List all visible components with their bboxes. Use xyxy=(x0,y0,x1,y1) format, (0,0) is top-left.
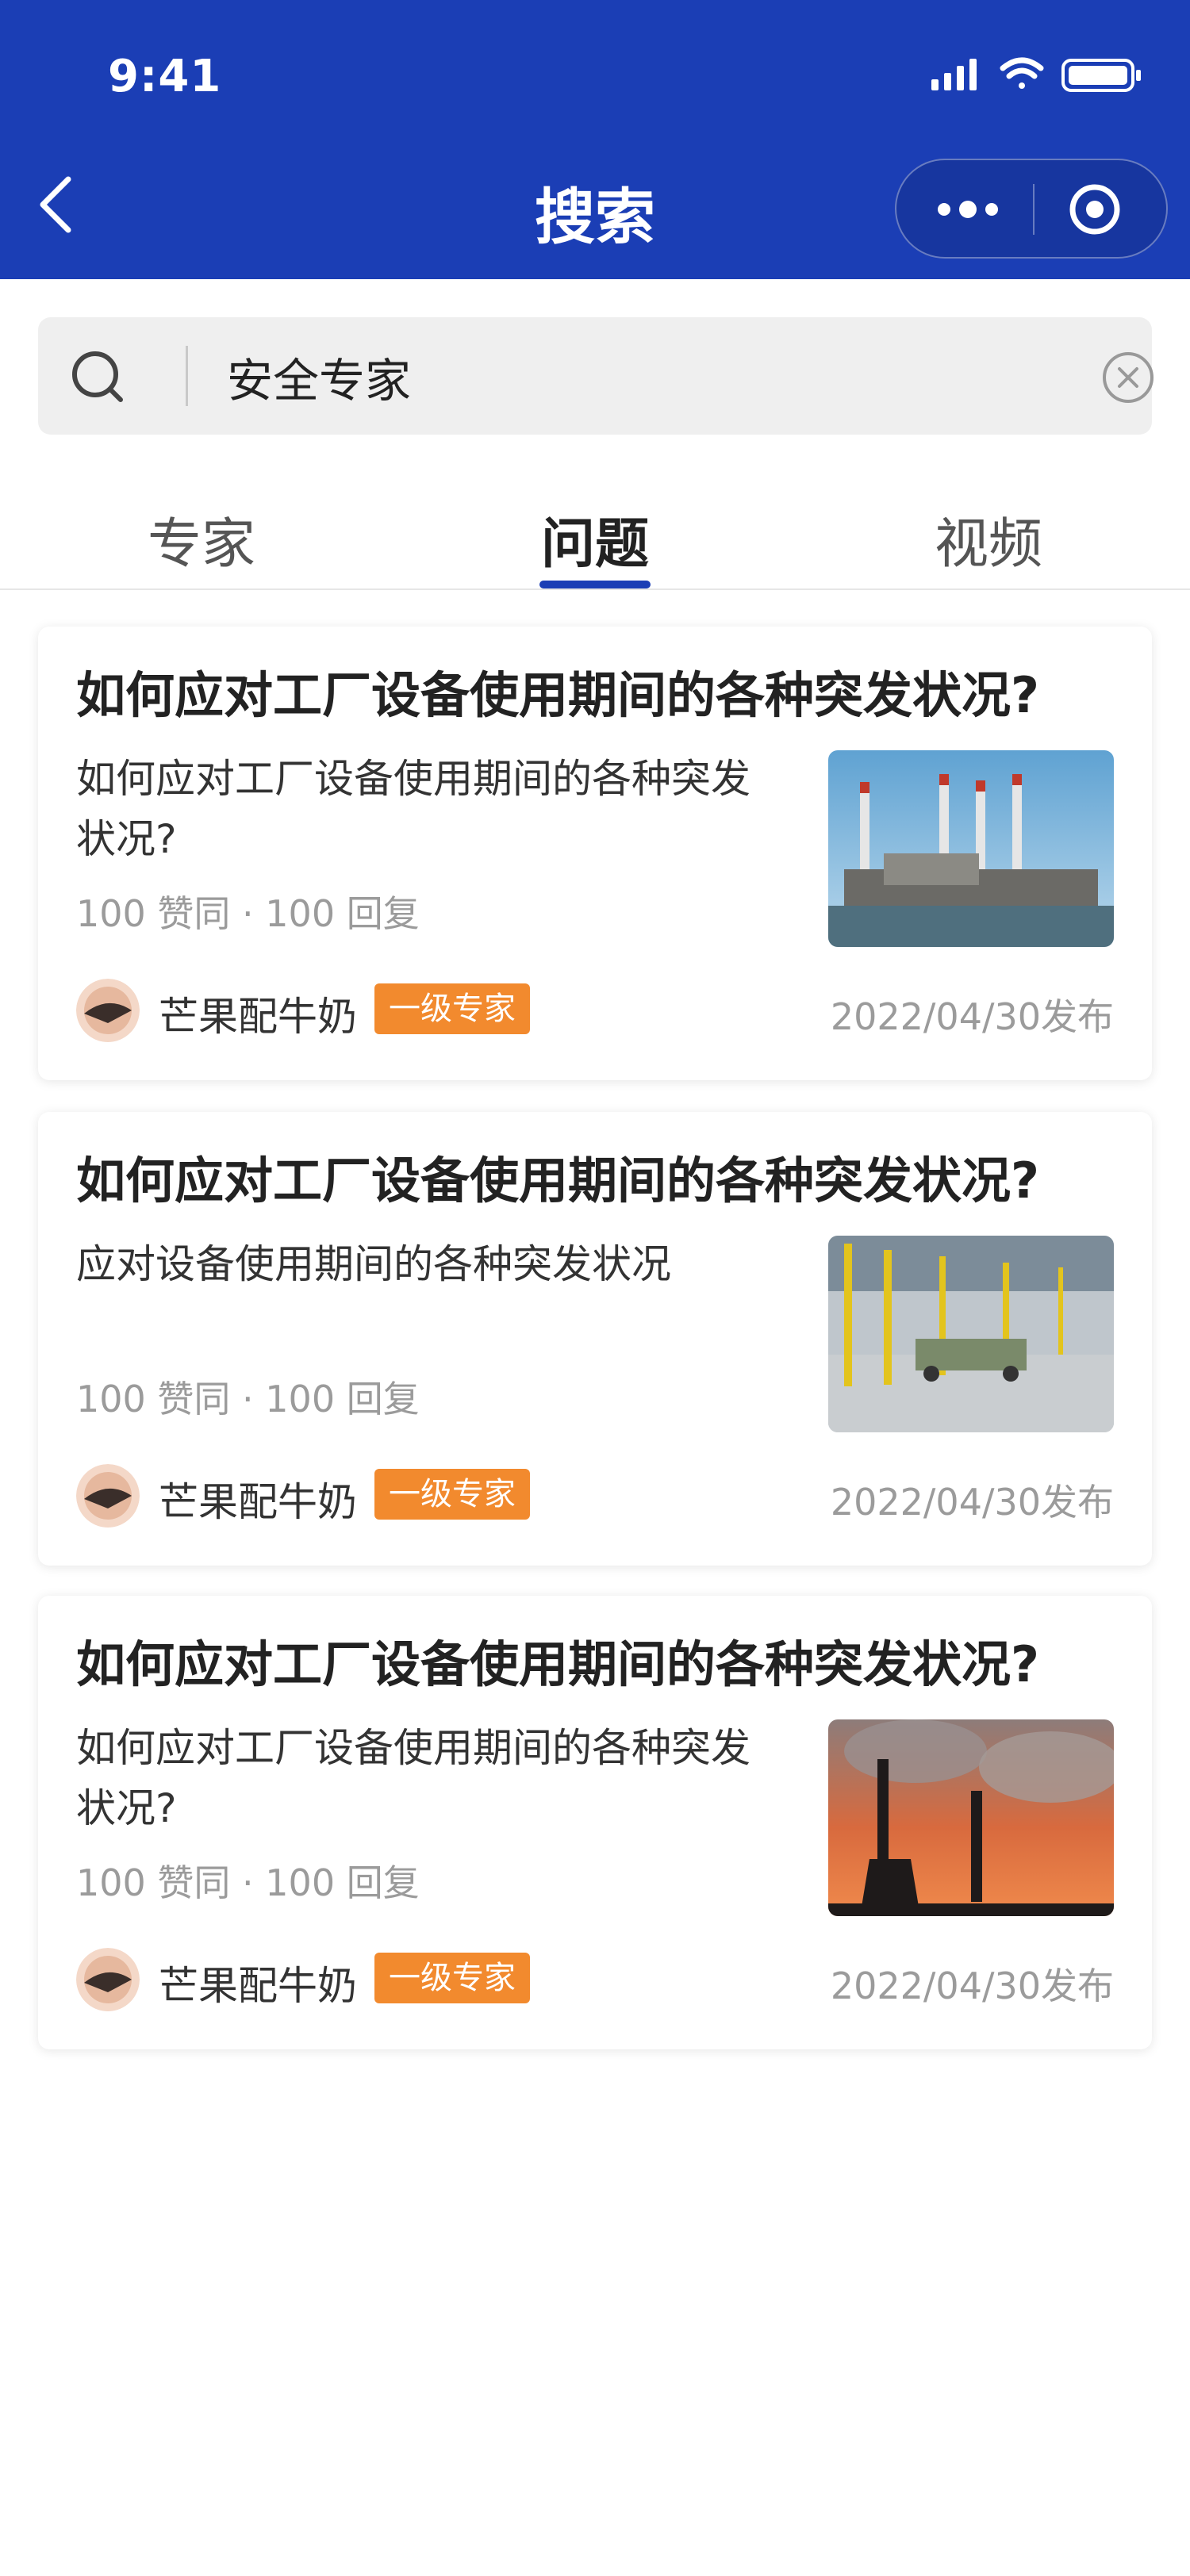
publish-date: 2022/04/30发布 xyxy=(830,1481,1114,1524)
more-dots-icon[interactable] xyxy=(928,182,1008,236)
publish-date: 2022/04/30发布 xyxy=(830,995,1114,1038)
expert-level-badge: 一级专家 xyxy=(374,1469,530,1520)
tab-videos[interactable]: 视频 xyxy=(935,500,1042,578)
mini-program-capsule xyxy=(895,159,1168,259)
question-card[interactable]: 如何应对工厂设备使用期间的各种突发状况? 如何应对工厂设备使用期间的各种突发状况… xyxy=(38,1596,1152,2049)
search-input[interactable] xyxy=(225,339,1022,414)
author-name: 芒果配牛奶 xyxy=(159,1479,357,1525)
question-description: 如何应对工厂设备使用期间的各种突发状况? xyxy=(76,756,750,862)
publish-date: 2022/04/30发布 xyxy=(830,1965,1114,2007)
capsule-divider xyxy=(1033,184,1035,235)
search-divider xyxy=(186,346,188,406)
close-target-icon[interactable] xyxy=(1066,182,1123,236)
question-card[interactable]: 如何应对工厂设备使用期间的各种突发状况? 如何应对工厂设备使用期间的各种突发状况… xyxy=(38,627,1152,1080)
question-stats: 100 赞同 · 100 回复 xyxy=(76,1378,420,1420)
status-time: 9:41 xyxy=(108,51,222,102)
tab-experts[interactable]: 专家 xyxy=(148,500,255,578)
question-title: 如何应对工厂设备使用期间的各种突发状况? xyxy=(76,666,1039,724)
author-avatar xyxy=(76,979,140,1042)
author-name: 芒果配牛奶 xyxy=(159,994,357,1040)
power-plant-image xyxy=(828,750,1114,947)
cellular-signal-icon xyxy=(931,59,977,90)
expert-level-badge: 一级专家 xyxy=(374,983,530,1034)
question-description: 应对设备使用期间的各种突发状况 xyxy=(76,1241,671,1287)
tab-bar: 专家 问题 视频 xyxy=(0,476,1190,590)
clear-icon[interactable] xyxy=(1098,347,1158,408)
status-icons xyxy=(931,57,1141,92)
author-avatar xyxy=(76,1948,140,2011)
author-avatar xyxy=(76,1464,140,1528)
question-card[interactable]: 如何应对工厂设备使用期间的各种突发状况? 应对设备使用期间的各种突发状况 100… xyxy=(38,1112,1152,1566)
search-bar xyxy=(38,317,1154,435)
tab-questions[interactable]: 问题 xyxy=(541,500,649,578)
question-stats: 100 赞同 · 100 回复 xyxy=(76,1861,420,1904)
search-icon xyxy=(72,351,123,402)
question-description: 如何应对工厂设备使用期间的各种突发状况? xyxy=(76,1725,750,1831)
smokestack-image xyxy=(828,1719,1114,1916)
question-title: 如何应对工厂设备使用期间的各种突发状况? xyxy=(76,1635,1039,1693)
wifi-icon xyxy=(1000,57,1044,89)
header: 9:41 搜索 xyxy=(0,0,1190,279)
author-name: 芒果配牛奶 xyxy=(159,1963,357,2009)
factory-hall-image xyxy=(828,1236,1114,1432)
question-title: 如何应对工厂设备使用期间的各种突发状况? xyxy=(76,1152,1039,1209)
expert-level-badge: 一级专家 xyxy=(374,1953,530,2003)
active-tab-indicator xyxy=(539,581,651,588)
battery-icon xyxy=(1061,59,1141,92)
question-stats: 100 赞同 · 100 回复 xyxy=(76,892,420,935)
